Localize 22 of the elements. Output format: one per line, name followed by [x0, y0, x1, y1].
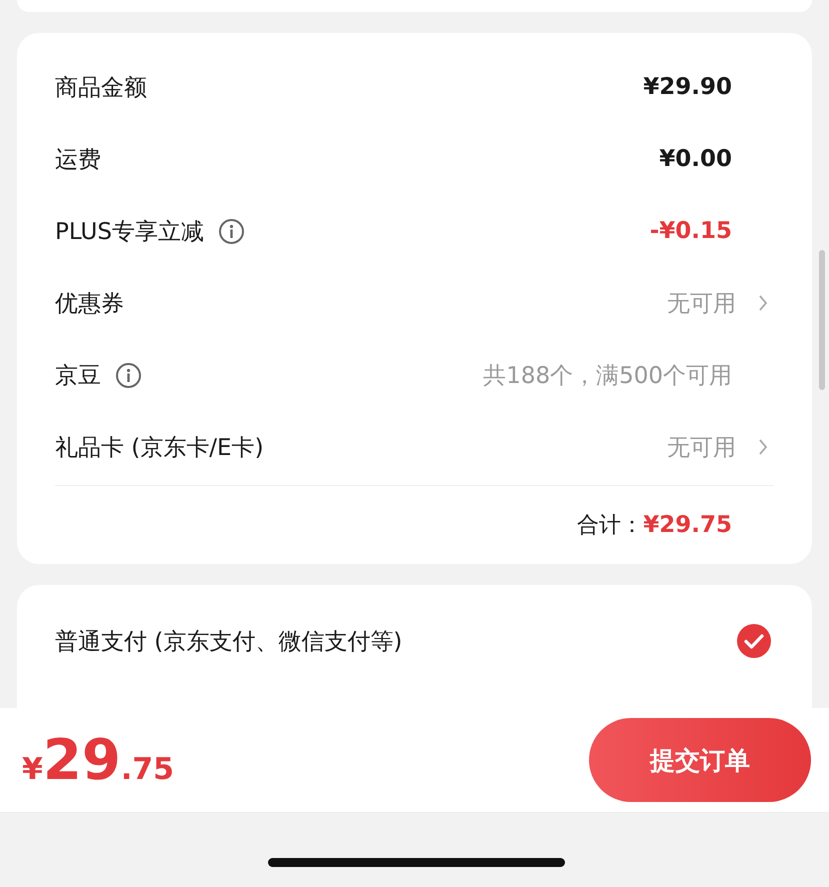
check-icon[interactable] — [736, 623, 772, 659]
chevron-right-icon — [758, 438, 768, 456]
info-icon[interactable] — [115, 362, 142, 388]
row-label: 优惠券 — [55, 290, 124, 318]
info-icon[interactable] — [218, 218, 245, 244]
payment-option[interactable]: 普通支付 (京东支付、微信支付等) — [55, 626, 402, 656]
total-price: ¥29.75 — [22, 728, 174, 792]
row-value: -¥0.15 — [650, 218, 732, 244]
submit-order-button[interactable]: 提交订单 — [589, 718, 811, 802]
row-value: ¥29.90 — [643, 74, 732, 100]
row-label: 商品金额 — [55, 74, 147, 102]
total-value: ¥29.75 — [643, 512, 732, 538]
chevron-right-icon — [758, 294, 768, 312]
total-label: 合计： — [577, 512, 644, 540]
row-value[interactable]: 无可用 — [667, 288, 736, 318]
row-value[interactable]: 无可用 — [667, 432, 736, 462]
row-label: 运费 — [55, 146, 101, 174]
row-label: 京豆 — [55, 362, 101, 390]
row-label: 礼品卡 (京东卡/E卡) — [55, 434, 264, 462]
row-label: PLUS专享立减 — [55, 218, 204, 246]
row-value: 共188个，满500个可用 — [483, 362, 732, 390]
row-value: ¥0.00 — [659, 146, 732, 172]
